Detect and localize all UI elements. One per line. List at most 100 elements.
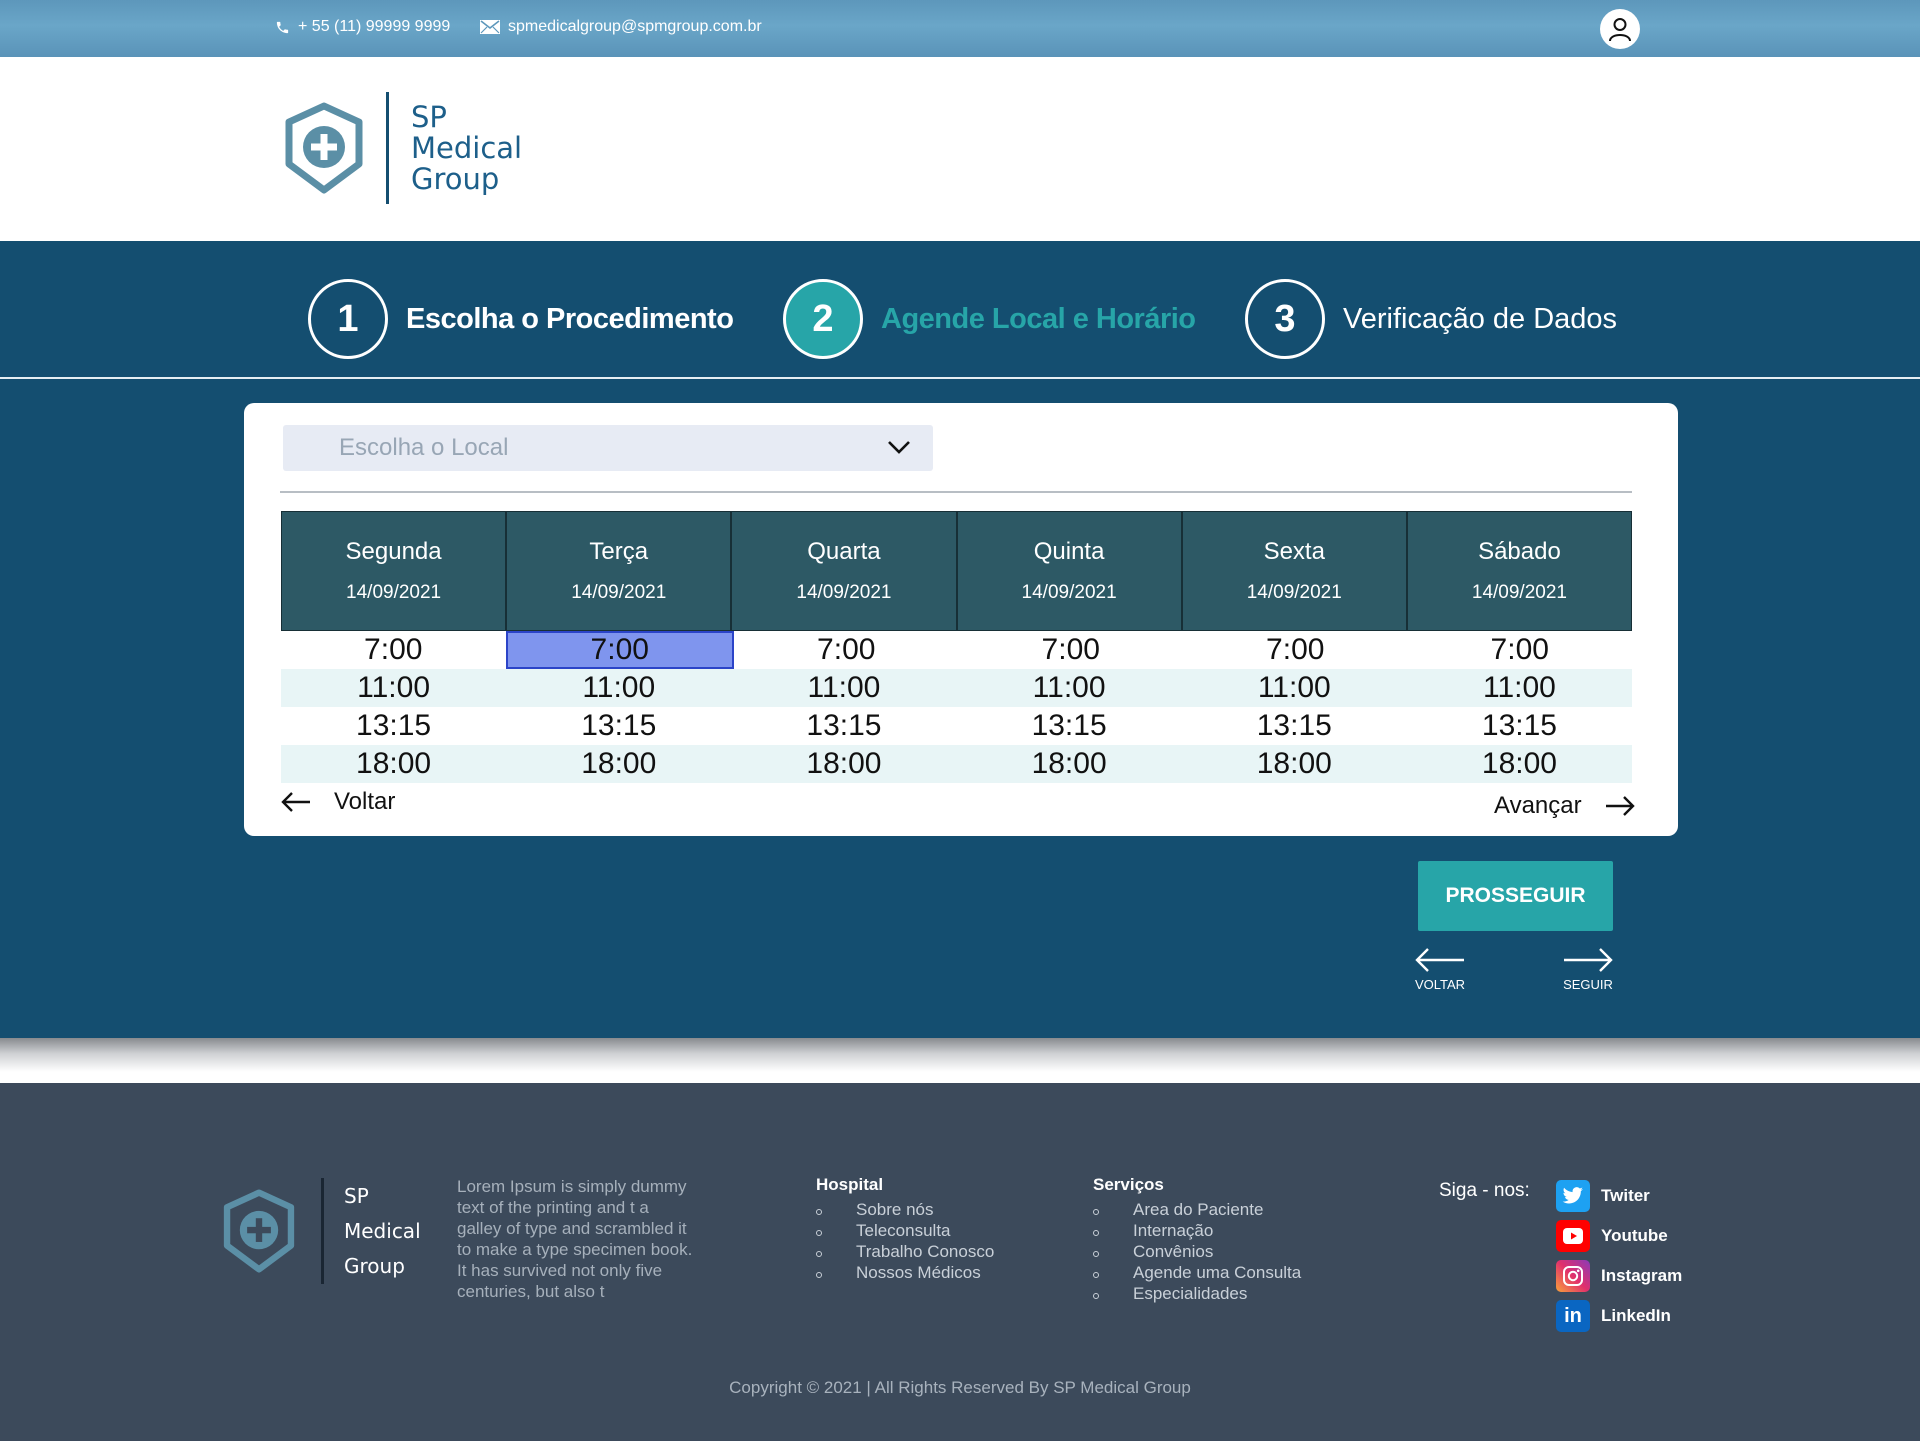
site-header: SP Medical Group	[0, 57, 1920, 241]
day-date: 14/09/2021	[796, 582, 892, 603]
footer-link[interactable]: Area do Paciente	[1093, 1199, 1301, 1220]
social-links: Twiter Youtube Instagram in LinkedIn	[1556, 1179, 1682, 1339]
social-link-youtube[interactable]: Youtube	[1556, 1219, 1682, 1253]
time-slot[interactable]: 18:00	[957, 745, 1182, 783]
user-icon	[1609, 18, 1631, 42]
brand-line-3: Group	[411, 161, 500, 196]
card-separator	[280, 491, 1632, 493]
time-row: 18:00 18:00 18:00 18:00 18:00 18:00	[281, 745, 1632, 783]
footer-services-title: Serviços	[1093, 1175, 1164, 1194]
footer-hospital-title: Hospital	[816, 1175, 884, 1194]
time-slot[interactable]: 11:00	[957, 669, 1182, 707]
step-2-number: 2	[783, 279, 863, 359]
logo-divider	[386, 92, 389, 204]
back-label: VOLTAR	[1414, 977, 1466, 992]
week-back-button[interactable]: Voltar	[280, 788, 395, 816]
time-slot[interactable]: 11:00	[506, 669, 731, 707]
steps-divider	[0, 377, 1920, 379]
step-3[interactable]: 3 Verificação de Dados	[1245, 279, 1617, 359]
day-name: Segunda	[345, 538, 442, 565]
day-date: 14/09/2021	[346, 582, 442, 603]
section-shadow	[0, 1038, 1920, 1083]
day-date: 14/09/2021	[571, 582, 667, 603]
phone-contact[interactable]: + 55 (11) 99999 9999	[275, 18, 450, 36]
step-3-number: 3	[1245, 279, 1325, 359]
time-slot[interactable]: 13:15	[731, 707, 956, 745]
time-slot[interactable]: 11:00	[281, 669, 506, 707]
phone-icon	[276, 21, 289, 33]
day-header-sabado: Sábado 14/09/2021	[1406, 511, 1633, 631]
footer-link[interactable]: Especialidades	[1093, 1283, 1301, 1304]
week-forward-button[interactable]: Avançar	[1494, 792, 1636, 820]
time-slot[interactable]: 13:15	[1182, 707, 1407, 745]
day-name: Quarta	[807, 538, 881, 565]
day-header-segunda: Segunda 14/09/2021	[281, 511, 507, 631]
footer-logo[interactable]: SP Medical Group	[221, 1178, 421, 1284]
social-label: Twiter	[1601, 1186, 1650, 1205]
time-slot[interactable]: 7:00	[1408, 631, 1633, 669]
top-bar: + 55 (11) 99999 9999 spmedicalgroup@spmg…	[0, 0, 1920, 57]
twitter-icon	[1556, 1180, 1590, 1212]
time-slot[interactable]: 7:00	[1183, 631, 1408, 669]
step-2[interactable]: 2 Agende Local e Horário	[783, 279, 1196, 359]
day-date: 14/09/2021	[1246, 582, 1342, 603]
footer-link[interactable]: Nossos Médicos	[816, 1262, 994, 1283]
time-slot[interactable]: 11:00	[1182, 669, 1407, 707]
footer-services-links: Serviços Area do Paciente Internação Con…	[1093, 1175, 1301, 1304]
next-button[interactable]: SEGUIR	[1562, 947, 1614, 992]
footer-link[interactable]: Internação	[1093, 1220, 1301, 1241]
step-3-label: Verificação de Dados	[1343, 302, 1618, 335]
time-slot[interactable]: 18:00	[1407, 745, 1632, 783]
time-slot[interactable]: 7:00	[281, 631, 506, 669]
footer-link[interactable]: Trabalho Conosco	[816, 1241, 994, 1262]
footer-about-text: Lorem Ipsum is simply dummy text of the …	[457, 1177, 693, 1301]
user-account-button[interactable]	[1600, 9, 1640, 49]
copyright-text: Copyright © 2021 | All Rights Reserved B…	[729, 1378, 1191, 1397]
day-header-quarta: Quarta 14/09/2021	[731, 511, 957, 631]
time-slot[interactable]: 18:00	[1182, 745, 1407, 783]
day-header-terca: Terça 14/09/2021	[506, 511, 732, 631]
social-label: Youtube	[1601, 1226, 1668, 1245]
time-slot[interactable]: 13:15	[281, 707, 506, 745]
time-slot[interactable]: 13:15	[506, 707, 731, 745]
booking-section: 1 Escolha o Procedimento 2 Agende Local …	[0, 241, 1920, 1038]
time-slot[interactable]: 13:15	[957, 707, 1182, 745]
email-contact[interactable]: spmedicalgroup@spmgroup.com.br	[480, 18, 762, 36]
time-slot[interactable]: 7:00	[734, 631, 959, 669]
time-row: 7:00 7:00 7:00 7:00 7:00 7:00	[281, 631, 1632, 669]
time-slot[interactable]: 11:00	[731, 669, 956, 707]
social-link-twitter[interactable]: Twiter	[1556, 1179, 1682, 1213]
time-slot[interactable]: 7:00	[959, 631, 1184, 669]
social-link-instagram[interactable]: Instagram	[1556, 1259, 1682, 1293]
email-text: spmedicalgroup@spmgroup.com.br	[508, 18, 762, 35]
footer-link[interactable]: Teleconsulta	[816, 1220, 994, 1241]
chevron-down-icon	[888, 441, 910, 454]
time-slot[interactable]: 18:00	[731, 745, 956, 783]
schedule-header-row: Segunda 14/09/2021 Terça 14/09/2021 Quarta…	[281, 511, 1633, 631]
back-button[interactable]: VOLTAR	[1414, 947, 1466, 992]
brand-logo[interactable]: SP Medical Group	[284, 92, 522, 204]
day-date: 14/09/2021	[1471, 582, 1567, 603]
day-name: Sábado	[1478, 538, 1561, 565]
time-slot[interactable]: 18:00	[281, 745, 506, 783]
step-2-label: Agende Local e Horário	[881, 302, 1196, 335]
proceed-button[interactable]: PROSSEGUIR	[1418, 861, 1613, 931]
social-link-linkedin[interactable]: in LinkedIn	[1556, 1299, 1682, 1333]
time-slot-selected[interactable]: 7:00	[505, 631, 734, 669]
social-label: Instagram	[1601, 1266, 1683, 1285]
time-slot[interactable]: 18:00	[506, 745, 731, 783]
footer-brand-line-1: SP	[344, 1183, 369, 1208]
time-slot[interactable]: 11:00	[1407, 669, 1632, 707]
location-select[interactable]: Escolha o Local	[283, 425, 933, 471]
footer-link[interactable]: Agende uma Consulta	[1093, 1262, 1301, 1283]
day-date: 14/09/2021	[1021, 582, 1117, 603]
footer-brand-line-2: Medical	[344, 1218, 421, 1243]
time-row: 13:15 13:15 13:15 13:15 13:15 13:15	[281, 707, 1632, 745]
step-1[interactable]: 1 Escolha o Procedimento	[308, 279, 734, 359]
footer-link[interactable]: Sobre nós	[816, 1199, 994, 1220]
footer-link[interactable]: Convênios	[1093, 1241, 1301, 1262]
day-header-quinta: Quinta 14/09/2021	[956, 511, 1182, 631]
week-forward-label: Avançar	[1494, 792, 1582, 819]
follow-us-label: Siga - nos:	[1439, 1180, 1530, 1201]
time-slot[interactable]: 13:15	[1407, 707, 1632, 745]
